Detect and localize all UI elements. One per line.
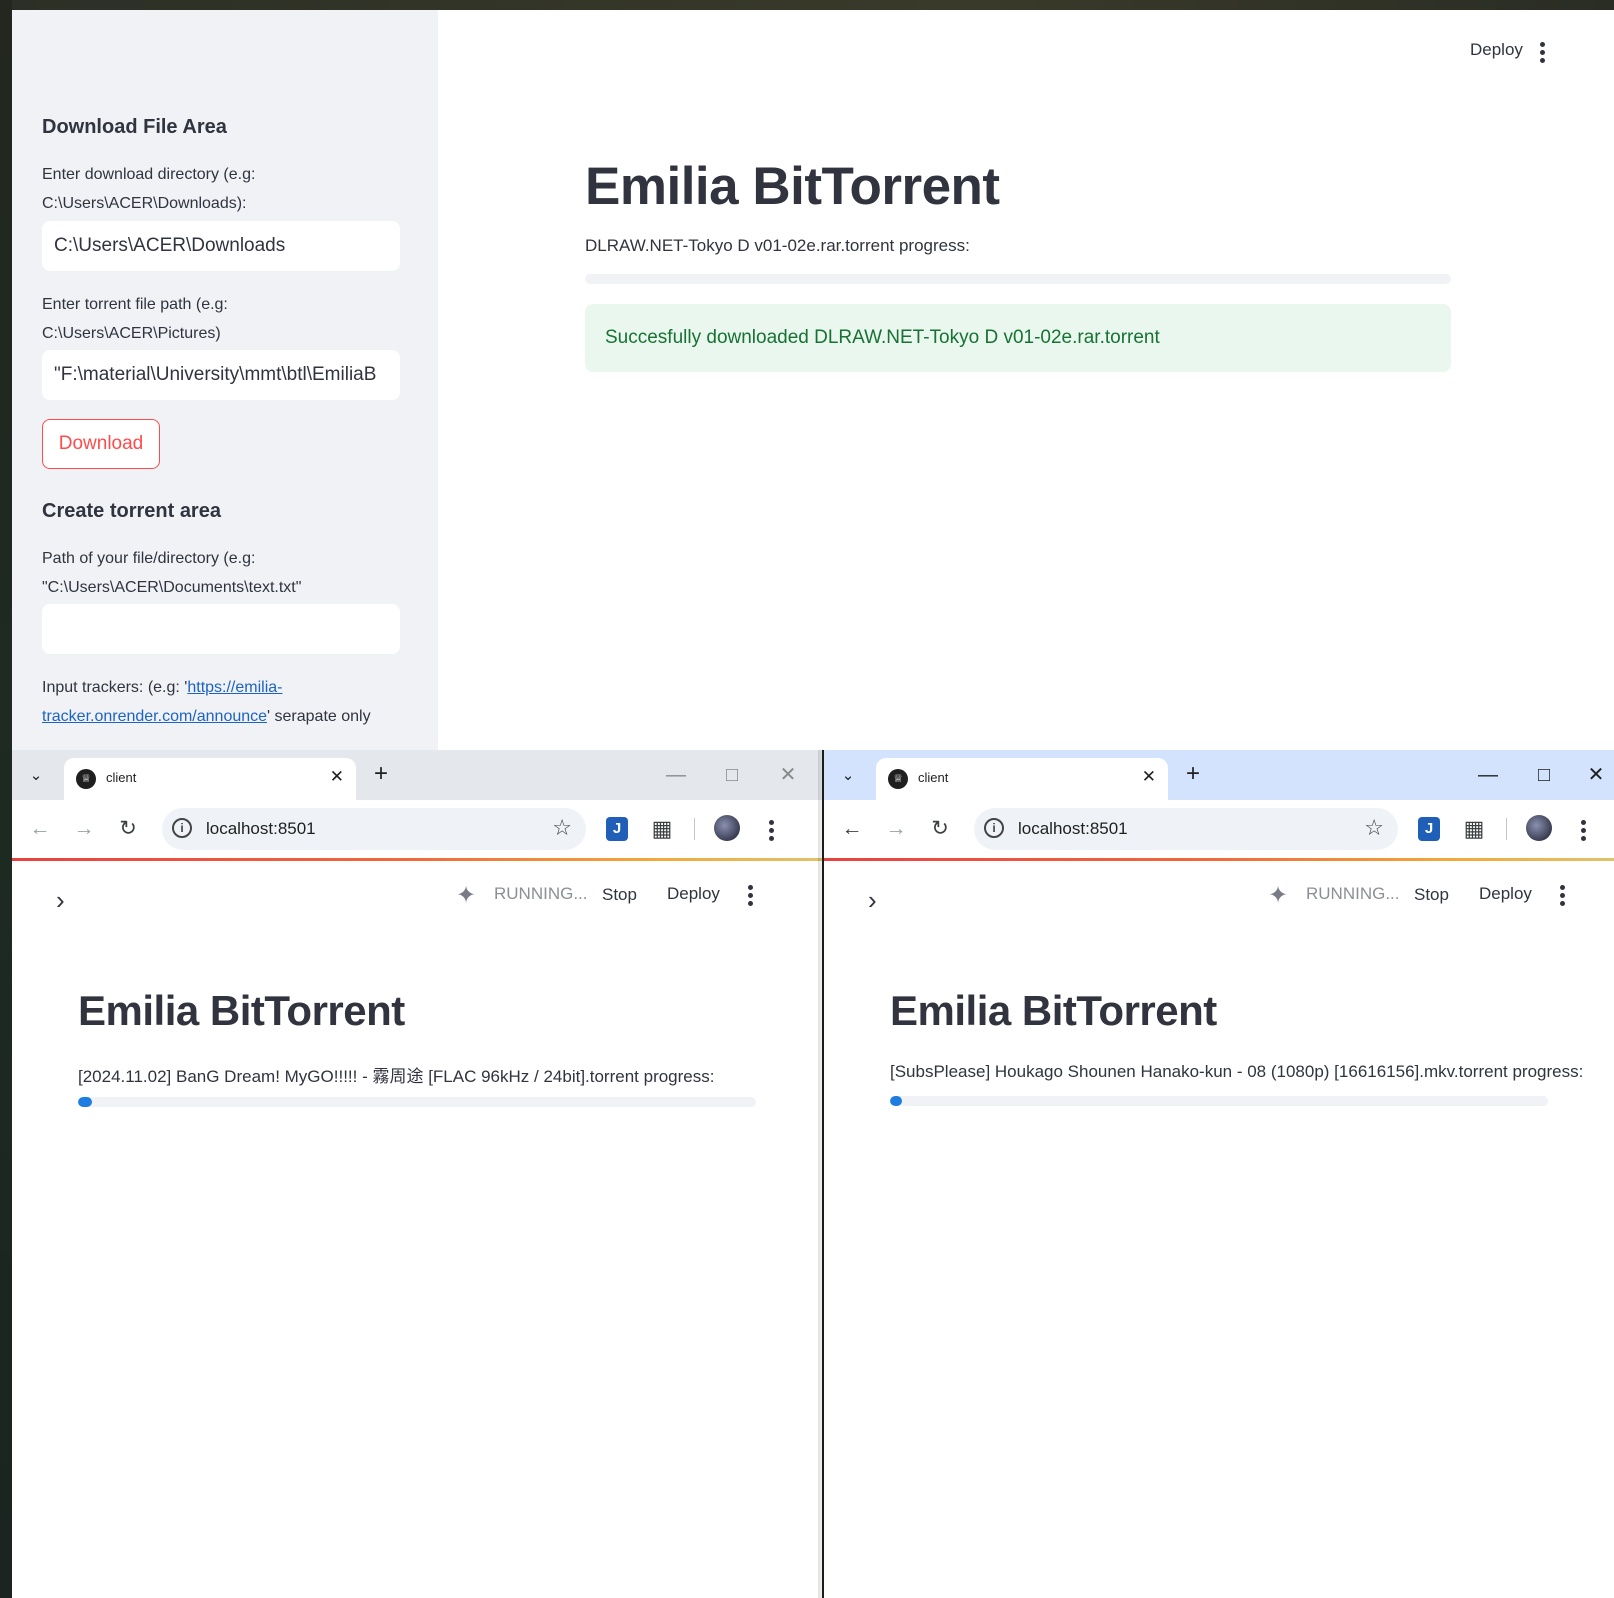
trackers-label-prefix: Input trackers: (e.g: ' (42, 679, 188, 696)
tab-title: client (918, 770, 949, 785)
torrent-path-label: Enter torrent file path (e.g: C:\Users\A… (42, 296, 228, 342)
progress-label: [2024.11.02] BanG Dream! MyGO!!!!! - 霧周途… (78, 1067, 715, 1086)
create-torrent-heading: Create torrent area (42, 500, 221, 522)
tab-search-chevron-down-icon[interactable]: ⌄ (832, 760, 864, 792)
maximize-icon[interactable]: □ (1530, 762, 1558, 788)
url-text: localhost:8501 (206, 819, 316, 838)
minimize-icon[interactable]: — (1474, 762, 1502, 788)
file-path-input[interactable] (42, 604, 400, 654)
running-person-icon: ✦ (456, 882, 477, 909)
progress-label: DLRAW.NET-Tokyo D v01-02e.rar.torrent pr… (585, 236, 970, 255)
progress-bar-fill (890, 1096, 902, 1106)
deploy-button[interactable]: Deploy (1479, 884, 1532, 904)
arrow-left-icon[interactable]: ← (838, 815, 866, 843)
puzzle-icon[interactable]: ▦ (648, 815, 676, 843)
extension-j-icon[interactable]: J (1418, 817, 1440, 841)
desktop-top-edge (0, 0, 1614, 10)
address-bar[interactable]: i localhost:8501 ☆ (162, 808, 586, 850)
streamlit-crown-icon: ♕ (76, 769, 96, 789)
progress-label: [SubsPlease] Houkago Shounen Hanako-kun … (890, 1062, 1584, 1081)
bookmark-star-icon[interactable]: ☆ (1364, 815, 1384, 841)
running-person-icon: ✦ (1268, 882, 1289, 909)
avatar[interactable] (1526, 815, 1552, 841)
site-info-icon[interactable]: i (984, 818, 1004, 838)
arrow-right-icon[interactable]: → (882, 815, 910, 843)
minimize-icon[interactable]: — (662, 762, 690, 788)
sidebar: Download File Area Enter download direct… (12, 10, 438, 750)
success-message: Succesfully downloaded DLRAW.NET-Tokyo D… (605, 327, 1160, 348)
close-tab-icon[interactable]: ✕ (1142, 767, 1156, 787)
success-alert: Succesfully downloaded DLRAW.NET-Tokyo D… (585, 304, 1451, 372)
kebab-menu-icon[interactable] (1540, 42, 1546, 66)
chevron-right-icon[interactable]: › (56, 885, 65, 916)
download-button[interactable]: Download (42, 419, 160, 469)
puzzle-icon[interactable]: ▦ (1460, 815, 1488, 843)
site-info-icon[interactable]: i (172, 818, 192, 838)
tab-search-chevron-down-icon[interactable]: ⌄ (20, 760, 52, 792)
close-window-icon[interactable]: ✕ (1582, 762, 1610, 788)
bookmark-star-icon[interactable]: ☆ (552, 815, 572, 841)
tab-strip: ⌄ ♕ client ✕ + — □ ✕ (12, 750, 822, 800)
download-dir-input[interactable]: C:\Users\ACER\Downloads (42, 221, 400, 271)
browser-toolbar: ← → ↻ i localhost:8501 ☆ J ▦ (12, 800, 822, 858)
page-title: Emilia BitTorrent (78, 987, 405, 1034)
kebab-menu-icon[interactable] (1560, 885, 1566, 909)
torrent-path-input[interactable]: "F:\material\University\mmt\btl\EmiliaB (42, 350, 400, 400)
browser-window-left: ⌄ ♕ client ✕ + — □ ✕ ← → ↻ i localhost:8… (12, 750, 822, 1598)
deploy-button[interactable]: Deploy (1470, 40, 1523, 60)
progress-bar-fill (78, 1097, 92, 1107)
url-text: localhost:8501 (1018, 819, 1128, 838)
close-tab-icon[interactable]: ✕ (330, 767, 344, 787)
browser-kebab-menu-icon[interactable] (769, 820, 775, 844)
kebab-menu-icon[interactable] (748, 885, 754, 909)
progress-bar (78, 1097, 756, 1107)
trackers-label: Input trackers: (e.g: 'https://emilia-tr… (42, 673, 402, 731)
deploy-button[interactable]: Deploy (667, 884, 720, 904)
browser-tab[interactable]: ♕ client ✕ (876, 758, 1168, 800)
browser-kebab-menu-icon[interactable] (1581, 820, 1587, 844)
tab-strip: ⌄ ♕ client ✕ + — □ ✕ (824, 750, 1614, 800)
chevron-right-icon[interactable]: › (868, 885, 877, 916)
browser-tab[interactable]: ♕ client ✕ (64, 758, 356, 800)
file-path-label: Path of your file/directory (e.g: "C:\Us… (42, 550, 302, 596)
page-title: Emilia BitTorrent (585, 157, 1000, 216)
address-bar[interactable]: i localhost:8501 ☆ (974, 808, 1398, 850)
browser-toolbar: ← → ↻ i localhost:8501 ☆ J ▦ (824, 800, 1614, 858)
main-streamlit-window: Download File Area Enter download direct… (12, 10, 1614, 750)
arrow-left-icon[interactable]: ← (26, 815, 54, 843)
main-content: Deploy Emilia BitTorrent DLRAW.NET-Tokyo… (438, 10, 1614, 750)
page-content: › ✦ RUNNING... Stop Deploy Emilia BitTor… (824, 861, 1614, 1598)
page-title: Emilia BitTorrent (890, 987, 1217, 1034)
toolbar-divider (694, 818, 695, 840)
extension-j-icon[interactable]: J (606, 817, 628, 841)
close-window-icon[interactable]: ✕ (774, 762, 802, 788)
desktop-left-edge (0, 0, 12, 1598)
download-dir-label: Enter download directory (e.g: C:\Users\… (42, 166, 256, 212)
reload-icon[interactable]: ↻ (114, 815, 142, 843)
new-tab-plus-icon[interactable]: + (1186, 759, 1200, 789)
new-tab-plus-icon[interactable]: + (374, 759, 388, 789)
avatar[interactable] (714, 815, 740, 841)
progress-bar (890, 1096, 1548, 1106)
running-status: RUNNING... (494, 884, 588, 903)
page-content: › ✦ RUNNING... Stop Deploy Emilia BitTor… (12, 861, 822, 1598)
progress-bar (585, 274, 1451, 284)
stop-button[interactable]: Stop (602, 885, 637, 905)
toolbar-divider (1506, 818, 1507, 840)
trackers-label-suffix: ' serapate only (267, 708, 371, 725)
arrow-right-icon[interactable]: → (70, 815, 98, 843)
download-area-heading: Download File Area (42, 116, 227, 138)
streamlit-crown-icon: ♕ (888, 769, 908, 789)
maximize-icon[interactable]: □ (718, 762, 746, 788)
browser-window-right: ⌄ ♕ client ✕ + — □ ✕ ← → ↻ i localhost:8… (824, 750, 1614, 1598)
reload-icon[interactable]: ↻ (926, 815, 954, 843)
running-status: RUNNING... (1306, 884, 1400, 903)
tab-title: client (106, 770, 137, 785)
stop-button[interactable]: Stop (1414, 885, 1449, 905)
